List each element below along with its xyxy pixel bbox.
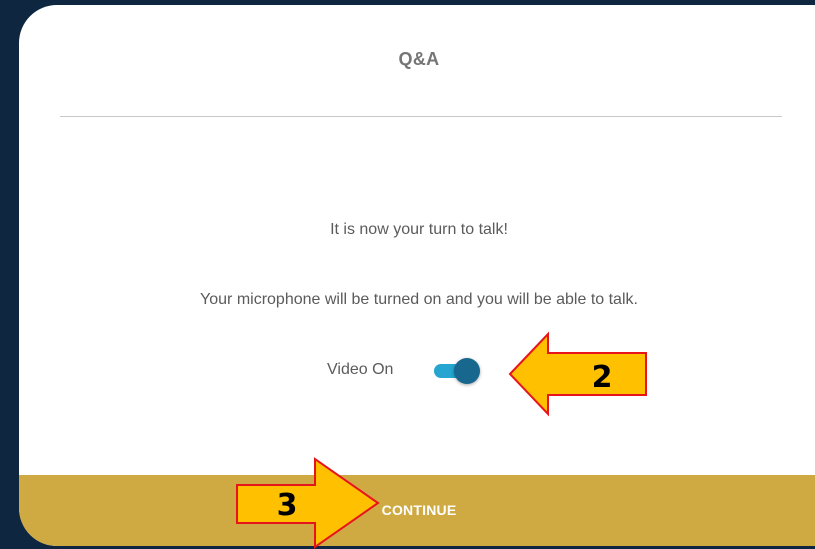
- turn-message: It is now your turn to talk!: [330, 221, 508, 238]
- page: Q&A It is now your turn to talk! Your mi…: [0, 0, 815, 549]
- video-toggle-label: Video On: [327, 361, 394, 378]
- modal-footer: CONTINUE: [19, 475, 815, 546]
- video-toggle-switch[interactable]: [434, 357, 480, 385]
- modal-title: Q&A: [398, 49, 440, 69]
- video-toggle-row: Video On: [19, 355, 815, 387]
- qa-modal: Q&A It is now your turn to talk! Your mi…: [19, 5, 815, 546]
- toggle-knob[interactable]: [454, 358, 480, 384]
- microphone-message: Your microphone will be turned on and yo…: [200, 291, 638, 308]
- title-divider: [60, 116, 782, 117]
- continue-button[interactable]: CONTINUE: [349, 495, 489, 525]
